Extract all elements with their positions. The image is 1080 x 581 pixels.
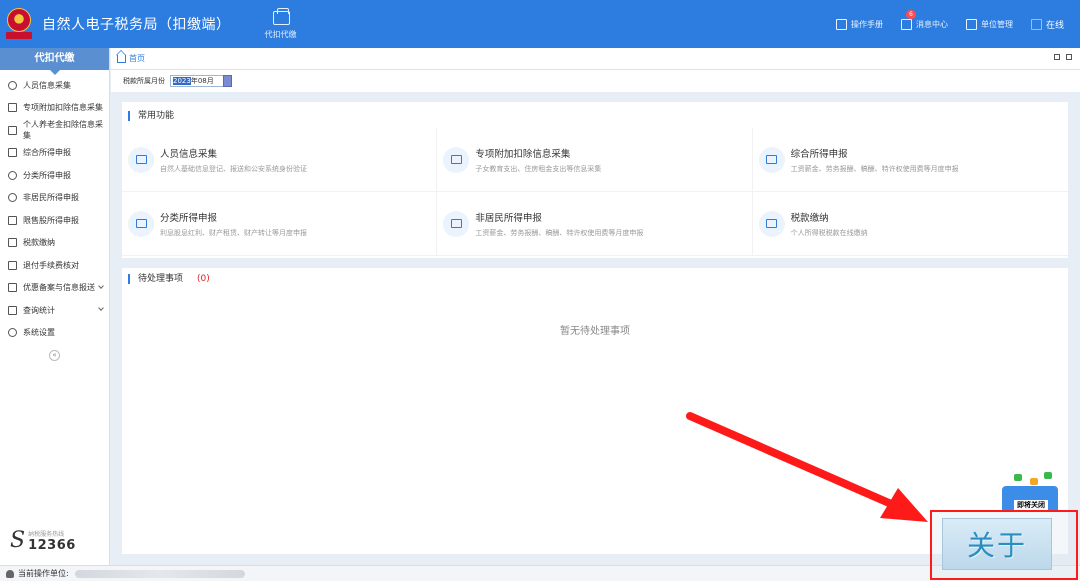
arrow-shaft [686, 412, 909, 514]
annotation-highlight-box: 关于 [930, 510, 1078, 580]
about-button[interactable]: 关于 [942, 518, 1052, 570]
annotation-arrow [686, 412, 928, 522]
about-label: 关于 [966, 529, 1027, 562]
